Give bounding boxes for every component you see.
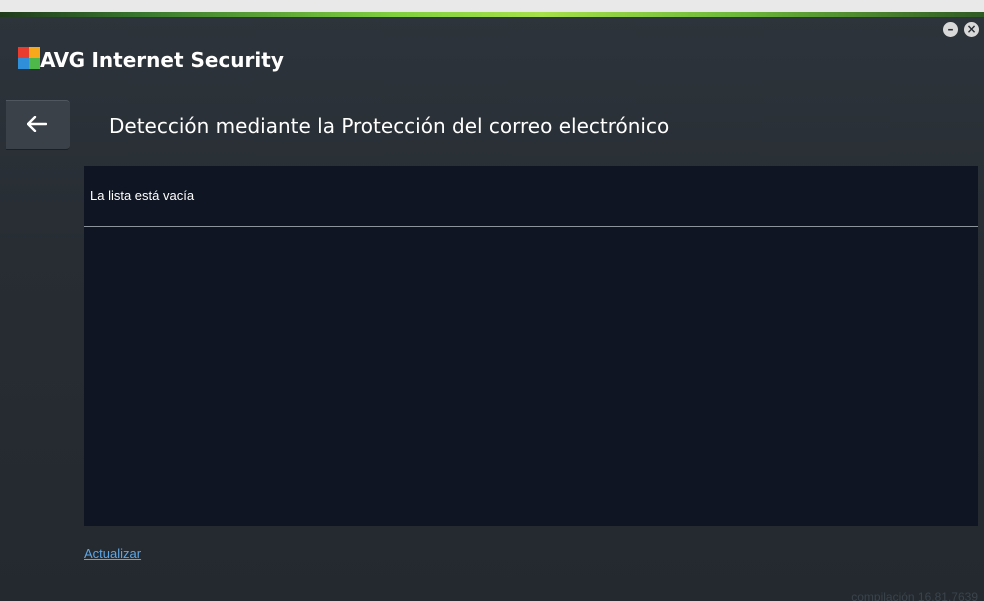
avg-logo [18, 47, 40, 69]
build-version: compilación 16.81.7639 [851, 590, 978, 601]
list-header: La lista está vacía [84, 166, 978, 227]
accent-bar [0, 12, 984, 17]
detections-list[interactable]: La lista está vacía [84, 166, 978, 526]
arrow-left-icon [27, 116, 47, 132]
page-title: Detección mediante la Protección del cor… [109, 114, 670, 138]
empty-list-message: La lista está vacía [90, 188, 195, 203]
close-button[interactable]: × [964, 22, 979, 37]
app-product-name: Internet Security [91, 48, 284, 72]
back-button[interactable] [6, 100, 70, 150]
minimize-button[interactable]: – [943, 22, 958, 37]
app-title: AVG Internet Security [40, 48, 284, 72]
refresh-link[interactable]: Actualizar [84, 546, 141, 561]
app-brand: AVG [40, 48, 85, 72]
app-window: – × AVG Internet Security Detección medi… [0, 12, 984, 601]
